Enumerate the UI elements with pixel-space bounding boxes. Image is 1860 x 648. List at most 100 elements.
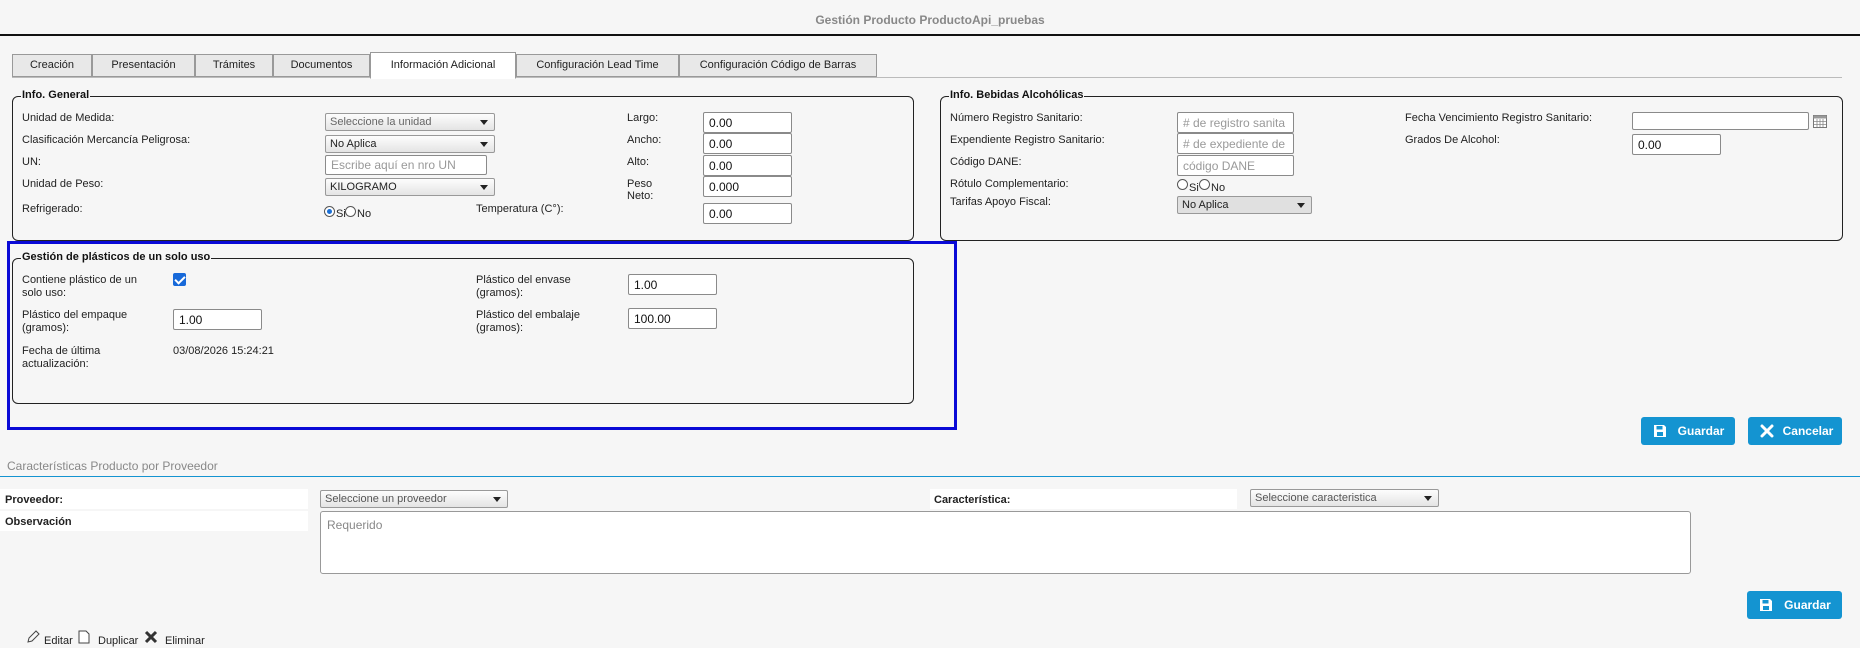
fecha-actualizacion-value: 03/08/2026 15:24:21	[173, 345, 274, 357]
vencimiento-input[interactable]	[1632, 112, 1809, 130]
mercancia-select[interactable]: No Aplica	[325, 135, 495, 153]
unidad-medida-value: Seleccione la unidad	[330, 116, 432, 128]
embalaje-label-1: Plástico del embalaje	[476, 309, 580, 321]
mercancia-value: No Aplica	[330, 138, 377, 150]
proveedor-value: Seleccione un proveedor	[325, 493, 447, 505]
cancelar-label: Cancelar	[1782, 424, 1834, 438]
plasticos-fieldset: Gestión de plásticos de un solo uso	[12, 251, 914, 404]
rotulo-si-radio[interactable]	[1177, 179, 1188, 190]
un-input[interactable]	[325, 155, 487, 175]
peso-neto-label-2: Neto:	[627, 190, 654, 202]
expediente-label: Expendiente Registro Sanitario:	[950, 134, 1105, 146]
tab-informacion-adicional[interactable]: Información Adicional	[370, 52, 516, 79]
alto-label: Alto:	[627, 156, 650, 168]
unidad-peso-select[interactable]: KILOGRAMO	[325, 178, 495, 196]
peso-neto-input[interactable]	[703, 176, 792, 197]
observacion-label: Observación	[5, 516, 72, 528]
temperatura-label: Temperatura (C°):	[476, 203, 564, 215]
guardar-button[interactable]: Guardar	[1641, 417, 1735, 445]
proveedor-section-title: Características Producto por Proveedor	[7, 459, 218, 473]
title-divider	[0, 34, 1860, 36]
codigo-dane-input[interactable]	[1177, 155, 1294, 176]
grados-alcohol-input[interactable]	[1632, 134, 1721, 155]
observacion-textarea[interactable]	[320, 511, 1691, 574]
tarifas-label: Tarifas Apoyo Fiscal:	[950, 196, 1051, 208]
caracteristica-select[interactable]: Seleccione caracteristica	[1250, 489, 1439, 507]
eliminar-link[interactable]: Eliminar	[165, 635, 205, 648]
rotulo-no-label: No	[1211, 182, 1226, 194]
rotulo-si-label: Si	[1189, 182, 1199, 194]
refrigerado-no-label: No	[357, 208, 372, 220]
tab-configuracion-codigo-barras[interactable]: Configuración Código de Barras	[679, 54, 877, 77]
tab-tramites[interactable]: Trámites	[195, 54, 273, 77]
fecha-actualizacion-label-2: actualización:	[22, 358, 89, 370]
ancho-input[interactable]	[703, 133, 792, 154]
caracteristica-value: Seleccione caracteristica	[1255, 492, 1377, 504]
chevron-down-icon	[1424, 496, 1432, 501]
guardar-caracteristica-button[interactable]: Guardar	[1747, 591, 1842, 619]
proveedor-label: Proveedor:	[5, 494, 64, 506]
tab-documentos[interactable]: Documentos	[273, 54, 370, 77]
chevron-down-icon	[493, 497, 501, 502]
plastico-empaque-input[interactable]	[173, 309, 262, 330]
page-title: Gestión Producto ProductoApi_pruebas	[815, 13, 1045, 27]
chevron-down-icon	[480, 120, 488, 125]
duplicar-link[interactable]: Duplicar	[98, 635, 138, 648]
caracteristica-label: Característica:	[934, 494, 1011, 506]
expediente-input[interactable]	[1177, 133, 1294, 154]
refrigerado-si-radio[interactable]	[324, 206, 335, 217]
embalaje-label-2: (gramos):	[476, 322, 524, 334]
rotulo-no-radio[interactable]	[1199, 179, 1210, 190]
unidad-medida-label: Unidad de Medida:	[22, 112, 115, 124]
largo-label: Largo:	[627, 112, 659, 124]
tarifas-value: No Aplica	[1182, 199, 1229, 211]
largo-input[interactable]	[703, 112, 792, 133]
tab-configuracion-lead-time[interactable]: Configuración Lead Time	[516, 54, 679, 77]
cancelar-button[interactable]: Cancelar	[1748, 417, 1842, 445]
contiene-plastico-label-1: Contiene plástico de un	[22, 274, 137, 286]
registro-sanitario-label: Número Registro Sanitario:	[950, 112, 1083, 124]
proveedor-select[interactable]: Seleccione un proveedor	[320, 490, 508, 508]
empaque-label-1: Plástico del empaque	[22, 309, 128, 321]
delete-icon[interactable]	[144, 630, 158, 644]
chevron-down-icon	[480, 185, 488, 190]
unidad-medida-select[interactable]: Seleccione la unidad	[325, 113, 495, 131]
info-general-legend: Info. General	[21, 89, 91, 101]
close-icon	[1760, 424, 1774, 438]
registro-sanitario-input[interactable]	[1177, 112, 1294, 133]
save-icon	[1654, 425, 1666, 437]
refrigerado-no-radio[interactable]	[345, 206, 356, 217]
alto-input[interactable]	[703, 155, 792, 176]
edit-icon[interactable]	[26, 630, 40, 644]
refrigerado-label: Refrigerado:	[22, 203, 83, 215]
plasticos-legend: Gestión de plásticos de un solo uso	[21, 251, 212, 263]
info-bebidas-legend: Info. Bebidas Alcohólicas	[949, 89, 1085, 101]
empaque-label-2: (gramos):	[22, 322, 70, 334]
fecha-actualizacion-label-1: Fecha de última	[22, 345, 101, 357]
un-label: UN:	[22, 156, 41, 168]
mercancia-label: Clasificación Mercancía Peligrosa:	[22, 134, 191, 146]
chevron-down-icon	[480, 142, 488, 147]
save-icon	[1760, 599, 1772, 611]
temperatura-input[interactable]	[703, 203, 792, 224]
duplicate-icon[interactable]	[78, 630, 90, 644]
unidad-peso-value: KILOGRAMO	[330, 181, 397, 193]
guardar-label: Guardar	[1677, 424, 1725, 438]
calendar-icon[interactable]	[1813, 115, 1827, 128]
tarifas-select[interactable]: No Aplica	[1177, 196, 1312, 214]
vencimiento-label: Fecha Vencimiento Registro Sanitario:	[1405, 112, 1593, 124]
rotulo-label: Rótulo Complementario:	[950, 178, 1069, 190]
guardar-caracteristica-label: Guardar	[1784, 598, 1831, 612]
contiene-plastico-checkbox[interactable]	[173, 273, 186, 286]
codigo-dane-label: Código DANE:	[950, 156, 1022, 168]
editar-link[interactable]: Editar	[44, 635, 73, 648]
contiene-plastico-label-2: solo uso:	[22, 287, 67, 299]
tab-baseline	[12, 77, 1842, 78]
plastico-envase-input[interactable]	[628, 274, 717, 295]
plastico-embalaje-input[interactable]	[628, 308, 717, 329]
tab-presentacion[interactable]: Presentación	[92, 54, 195, 77]
envase-label-2: (gramos):	[476, 287, 524, 299]
tab-creacion[interactable]: Creación	[12, 54, 92, 77]
proveedor-section-divider	[0, 476, 1860, 477]
envase-label-1: Plástico del envase	[476, 274, 571, 286]
